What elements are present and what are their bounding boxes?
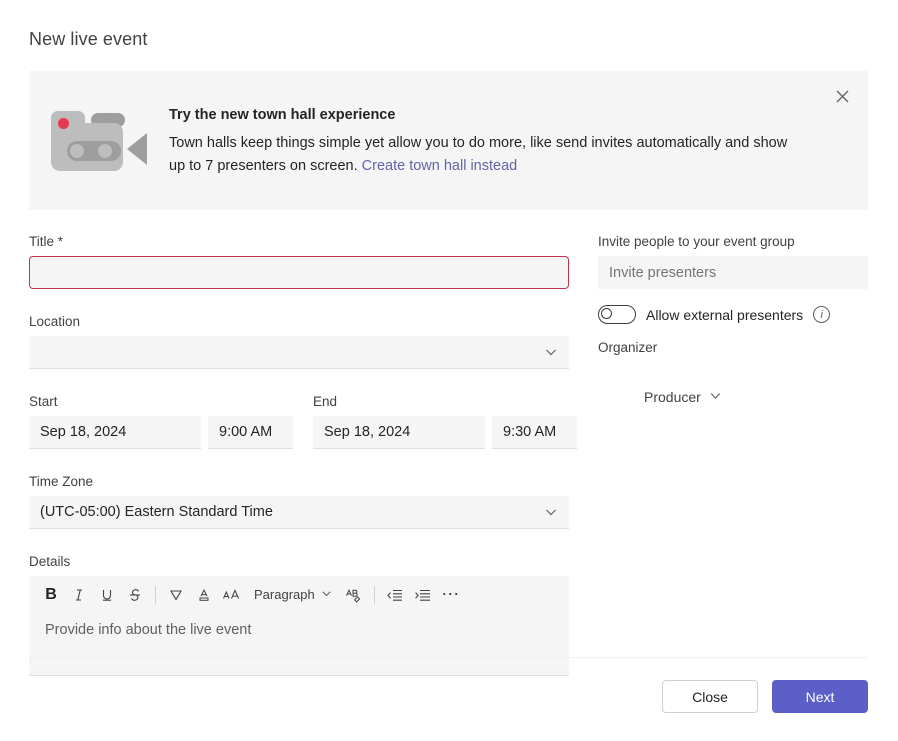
strikethrough-button[interactable] (121, 581, 149, 609)
highlight-icon[interactable] (162, 581, 190, 609)
chevron-down-icon (321, 587, 332, 602)
allow-external-presenters-label: Allow external presenters (646, 307, 803, 323)
italic-button[interactable] (65, 581, 93, 609)
invite-label: Invite people to your event group (598, 233, 868, 250)
invite-presenters-input[interactable] (598, 256, 868, 289)
date-time-row: Start Sep 18, 2024 9:00 AM End Sep 18, 2… (29, 393, 569, 449)
info-icon[interactable]: i (813, 306, 830, 323)
toolbar-divider (374, 586, 375, 604)
banner-body: Town halls keep things simple yet allow … (169, 132, 794, 178)
create-town-hall-link[interactable]: Create town hall instead (362, 158, 518, 174)
footer-actions: Close Next (662, 680, 868, 713)
record-dot-icon (58, 118, 69, 129)
end-group: End Sep 18, 2024 9:30 AM (313, 393, 577, 449)
paragraph-style-dropdown[interactable]: Paragraph (246, 581, 340, 609)
bold-button[interactable]: B (37, 581, 65, 609)
details-editor: B (29, 576, 569, 676)
organizer-role-label: Producer (644, 389, 701, 405)
title-label: Title * (29, 233, 569, 250)
toolbar-divider (155, 586, 156, 604)
allow-external-presenters-toggle[interactable] (598, 305, 636, 324)
timezone-select[interactable]: (UTC-05:00) Eastern Standard Time (29, 496, 569, 529)
timezone-value: (UTC-05:00) Eastern Standard Time (40, 504, 273, 520)
details-toolbar: B (29, 576, 569, 613)
font-color-icon[interactable] (190, 581, 218, 609)
chevron-down-icon (709, 389, 722, 405)
more-options-button[interactable]: ⋯ (437, 581, 465, 609)
start-label: Start (29, 393, 293, 410)
end-date-input[interactable]: Sep 18, 2024 (313, 416, 485, 449)
banner-heading: Try the new town hall experience (169, 107, 828, 123)
new-live-event-dialog: New live event Try the new town hall exp… (0, 0, 898, 741)
footer-divider (29, 657, 868, 658)
chevron-down-icon (544, 345, 558, 359)
toggle-knob (601, 308, 612, 319)
decrease-indent-icon[interactable] (381, 581, 409, 609)
paragraph-style-label: Paragraph (254, 587, 315, 602)
organizer-label: Organizer (598, 340, 868, 355)
details-label: Details (29, 553, 569, 570)
close-icon[interactable] (826, 80, 858, 112)
form-left-column: Title * Location Start Sep 18, 2024 9:00… (29, 233, 569, 676)
end-label: End (313, 393, 577, 410)
banner-illustration (29, 71, 169, 210)
close-button[interactable]: Close (662, 680, 758, 713)
increase-indent-icon[interactable] (409, 581, 437, 609)
page-title: New live event (29, 29, 147, 50)
start-date-input[interactable]: Sep 18, 2024 (29, 416, 201, 449)
banner-text: Try the new town hall experience Town ha… (169, 71, 868, 178)
next-button[interactable]: Next (772, 680, 868, 713)
town-hall-promo-banner: Try the new town hall experience Town ha… (29, 71, 868, 210)
allow-external-presenters-row: Allow external presenters i (598, 305, 868, 324)
underline-button[interactable] (93, 581, 121, 609)
details-text-area[interactable]: Provide info about the live event (29, 613, 569, 675)
timezone-label: Time Zone (29, 473, 569, 490)
organizer-role-dropdown[interactable]: Producer (644, 389, 868, 405)
clear-formatting-icon[interactable] (340, 581, 368, 609)
form-right-column: Invite people to your event group Allow … (598, 233, 868, 405)
start-group: Start Sep 18, 2024 9:00 AM (29, 393, 293, 449)
location-label: Location (29, 313, 569, 330)
video-camera-icon (51, 111, 147, 171)
chevron-down-icon (544, 505, 558, 519)
title-input[interactable] (29, 256, 569, 289)
start-time-input[interactable]: 9:00 AM (208, 416, 293, 449)
end-time-input[interactable]: 9:30 AM (492, 416, 577, 449)
font-size-button[interactable] (218, 581, 246, 609)
location-select[interactable] (29, 336, 569, 369)
